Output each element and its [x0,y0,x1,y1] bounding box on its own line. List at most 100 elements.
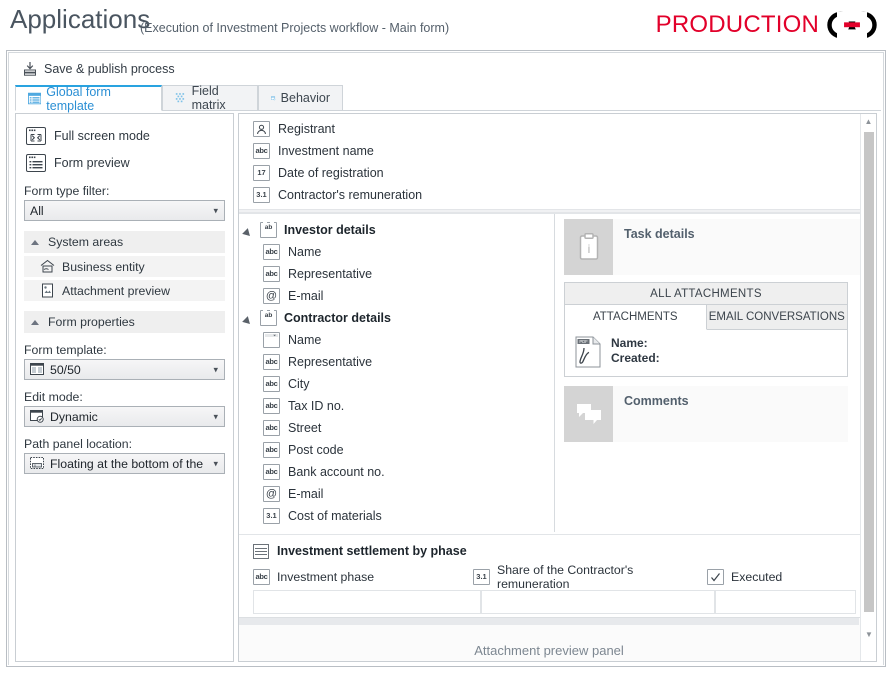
form-preview-button[interactable]: Form preview [24,152,233,174]
tab-behavior[interactable]: Behavior [258,85,343,111]
table-cell-investment-phase[interactable] [253,590,481,614]
form-type-filter-value: All [30,203,44,218]
abc-icon: abc [253,143,270,159]
checkbox-icon [707,569,724,585]
sidebar-item-business-entity[interactable]: Business entity [24,256,225,277]
chevron-down-icon: ▾ [213,411,218,421]
table-column-share-remuneration[interactable]: 3.1 Share of the Contractor's remunerati… [473,563,707,591]
layout-5050-icon [30,363,44,375]
save-publish-process-button[interactable]: Save & publish process [17,58,180,80]
field-contractor-tax-id[interactable]: abc Tax ID no. [239,395,554,417]
attachments-list: PDF Name: Created: [565,330,847,376]
clipboard-info-icon: i [564,219,613,275]
abc-icon: abc [253,569,270,585]
field-investment-name[interactable]: abc Investment name [253,140,859,162]
full-screen-mode-button[interactable]: Full screen mode [24,125,233,147]
field-label: Bank account no. [288,465,385,479]
save-publish-icon [24,62,36,76]
column-label: Share of the Contractor's remuneration [497,563,634,591]
group-investor-details[interactable]: ab Investor details [239,219,554,241]
field-label: E-mail [288,487,324,501]
group-contractor-details[interactable]: ab Contractor details [239,307,554,329]
form-type-filter-select[interactable]: All ▾ [24,200,225,221]
tab-email-conversations[interactable]: EMAIL CONVERSATIONS [706,305,847,330]
table-column-executed[interactable]: Executed [707,566,847,588]
field-date-of-registration[interactable]: 17 Date of registration [253,162,859,184]
tab-attachments[interactable]: ATTACHMENTS [565,305,707,330]
number-icon: 3.1 [473,569,490,585]
abc-icon: abc [263,354,280,370]
task-details-card[interactable]: i Task details [564,219,868,275]
form-template-select[interactable]: 50/50 ▾ [24,359,225,380]
field-investor-name[interactable]: abc Name [239,241,554,263]
field-label: Representative [288,355,373,369]
abc-icon: abc [263,398,280,414]
attachments-box: ALL ATTACHMENTS ATTACHMENTS EMAIL CONVER… [564,282,848,377]
svg-text:x: x [34,463,36,468]
group-icon: ab [260,222,277,238]
settlement-table-title-row[interactable]: Investment settlement by phase [253,541,876,561]
edit-mode-select[interactable]: Dynamic ▾ [24,406,225,427]
table-cell-executed[interactable] [715,590,856,614]
toolbar: Save & publish process [9,53,883,85]
vscroll-thumb[interactable] [864,132,874,612]
field-contractor-bank-account[interactable]: abc Bank account no. [239,461,554,483]
field-contractor-city[interactable]: abc City [239,373,554,395]
sidebar-item-attachment-preview[interactable]: Attachment preview [24,280,225,301]
path-panel-icon: x [30,457,44,469]
form-template-label: Form template: [24,343,107,357]
person-icon [253,121,270,137]
sidebar-item-label: Business entity [62,259,145,274]
all-attachments-button[interactable]: ALL ATTACHMENTS [565,283,847,305]
form-column-left: ab Investor details abc Name abc Represe… [239,214,555,532]
content-vertical-scrollbar[interactable]: ▲ ▼ [860,114,876,661]
field-investor-email[interactable]: @ E-mail [239,285,554,307]
page-header: Applications (Execution of Investment Pr… [0,0,892,48]
path-panel-location-select[interactable]: x Floating at the bottom of the ▾ [24,453,225,474]
group-icon: ab [260,310,277,326]
field-contractor-email[interactable]: @ E-mail [239,483,554,505]
workspace: Full screen mode Form preview Form type … [9,111,883,665]
group-title: Contractor details [284,311,391,325]
tab-label: Behavior [280,91,330,105]
field-label: Cost of materials [288,509,382,523]
email-icon: @ [263,288,280,304]
table-cell-share-remuneration[interactable] [481,590,715,614]
abc-icon: abc [263,464,280,480]
table-row[interactable] [253,590,876,614]
field-registrant[interactable]: Registrant [253,118,859,140]
scroll-up-arrow-icon[interactable]: ▲ [861,114,876,129]
application-window: Applications (Execution of Investment Pr… [0,0,892,673]
chevron-down-icon: ▾ [213,364,218,374]
page-subtitle: (Execution of Investment Projects workfl… [140,21,450,35]
table-icon [253,543,269,559]
settlement-table-title: Investment settlement by phase [277,544,467,558]
field-contractor-street[interactable]: abc Street [239,417,554,439]
brand-name: PRODUCTION [655,11,819,38]
tab-global-form-template[interactable]: Global form template [15,84,162,113]
scroll-down-arrow-icon[interactable]: ▼ [861,630,876,639]
field-investor-representative[interactable]: abc Representative [239,263,554,285]
attachments-tabstrip: ATTACHMENTS EMAIL CONVERSATIONS [565,305,847,330]
tab-field-matrix[interactable]: Field matrix [162,84,258,112]
tab-label: Global form template [46,84,111,113]
settlement-table-block: Investment settlement by phase abc Inves… [239,534,876,632]
comments-card[interactable]: Comments [564,386,848,442]
field-contractor-name[interactable]: Name [239,329,554,351]
field-cost-of-materials[interactable]: 3.1 Cost of materials [239,505,554,527]
dropdown-icon [263,332,280,348]
sidebar-group-system-areas[interactable]: System areas [24,231,225,253]
main-window-inner: Save & publish process Global form templ… [8,52,884,665]
table-column-investment-phase[interactable]: abc Investment phase [253,566,473,588]
form-template-value: 50/50 [50,362,81,377]
field-contractor-representative[interactable]: abc Representative [239,351,554,373]
field-matrix-icon [175,92,185,102]
form-canvas: Registrant abc Investment name 17 Date o… [238,113,877,662]
field-contractors-remuneration[interactable]: 3.1 Contractor's remuneration [253,184,859,206]
field-contractor-post-code[interactable]: abc Post code [239,439,554,461]
sidebar-group-form-properties[interactable]: Form properties [24,311,225,333]
tabstrip: Global form template Field matrix Behavi… [15,84,881,113]
business-entity-icon [40,259,55,273]
attachment-preview-panel: Attachment preview panel [239,617,876,661]
form-preview-icon [26,154,46,172]
